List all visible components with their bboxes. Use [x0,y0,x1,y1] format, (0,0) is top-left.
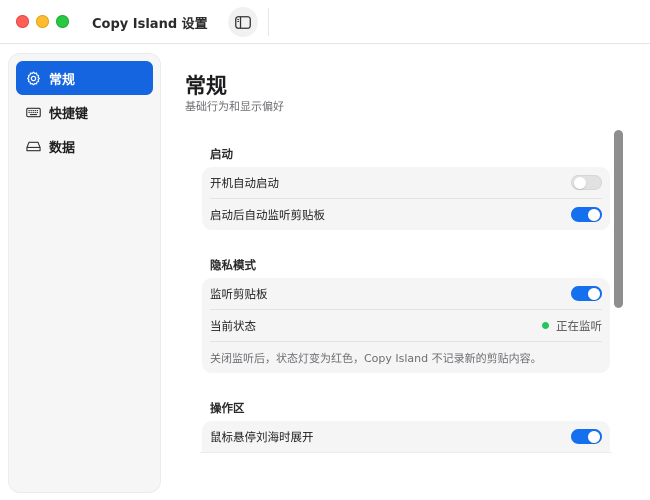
close-window-button[interactable] [16,15,29,28]
row-label: 启动后自动监听剪贴板 [210,207,325,222]
row-label: 监听剪贴板 [210,286,268,301]
sidebar: 常规 快捷键 数据 [8,53,161,493]
section-title-actions: 操作区 [210,401,245,415]
scroll-area-bottom-edge [200,452,612,453]
section-title-startup: 启动 [210,147,233,161]
hover-expand-toggle[interactable] [571,429,602,444]
sidebar-icon [235,15,251,29]
drive-icon [26,141,41,151]
actions-card: 鼠标悬停刘海时展开 [202,421,610,452]
status-indicator: 正在监听 [542,310,602,341]
sidebar-item-label: 常规 [49,72,76,88]
row-divider [210,341,602,342]
monitor-clipboard-row: 监听剪贴板 [202,278,610,309]
current-status-row: 当前状态 正在监听 [202,310,610,341]
launch-at-login-toggle[interactable] [571,175,602,190]
section-title-privacy: 隐私模式 [210,258,256,272]
sidebar-item-label: 数据 [49,140,76,156]
row-label: 当前状态 [210,318,256,333]
sidebar-item-label: 快捷键 [49,106,89,122]
privacy-note: 关闭监听后，状态灯变为红色，Copy Island 不记录新的剪贴内容。 [210,352,542,365]
title-separator [268,8,269,36]
sidebar-toggle-button[interactable] [228,7,258,37]
hover-expand-row: 鼠标悬停刘海时展开 [202,421,610,452]
launch-at-login-row: 开机自动启动 [202,167,610,198]
minimize-window-button[interactable] [36,15,49,28]
vertical-scrollbar[interactable] [614,130,623,308]
startup-card: 开机自动启动 启动后自动监听剪贴板 [202,167,610,230]
gear-icon [27,71,40,85]
row-label: 开机自动启动 [210,175,279,190]
sidebar-item-shortcuts[interactable]: 快捷键 [16,95,153,129]
monitor-clipboard-toggle[interactable] [571,286,602,301]
sidebar-item-data[interactable]: 数据 [16,129,153,163]
auto-monitor-row: 启动后自动监听剪贴板 [202,199,610,230]
auto-monitor-toggle[interactable] [571,207,602,222]
privacy-card: 监听剪贴板 当前状态 正在监听 关闭监听后，状态灯变为红色，Copy Islan… [202,278,610,373]
page-title: 常规 [185,74,227,98]
page-subtitle: 基础行为和显示偏好 [185,100,284,113]
status-dot-icon [542,322,549,329]
zoom-window-button[interactable] [56,15,69,28]
sidebar-item-general[interactable]: 常规 [16,61,153,95]
title-bar: Copy Island 设置 [0,0,650,44]
settings-window: Copy Island 设置 常规 快捷键 数据 常规 基础行为和显示偏好 启动… [0,0,650,500]
keyboard-icon [26,107,41,117]
status-text: 正在监听 [556,318,602,333]
row-label: 鼠标悬停刘海时展开 [210,429,314,444]
settings-scroll-area[interactable]: 启动 开机自动启动 启动后自动监听剪贴板 隐私模式 监听剪贴板 当前状态 正在监… [200,130,612,452]
window-title: Copy Island 设置 [92,17,208,32]
